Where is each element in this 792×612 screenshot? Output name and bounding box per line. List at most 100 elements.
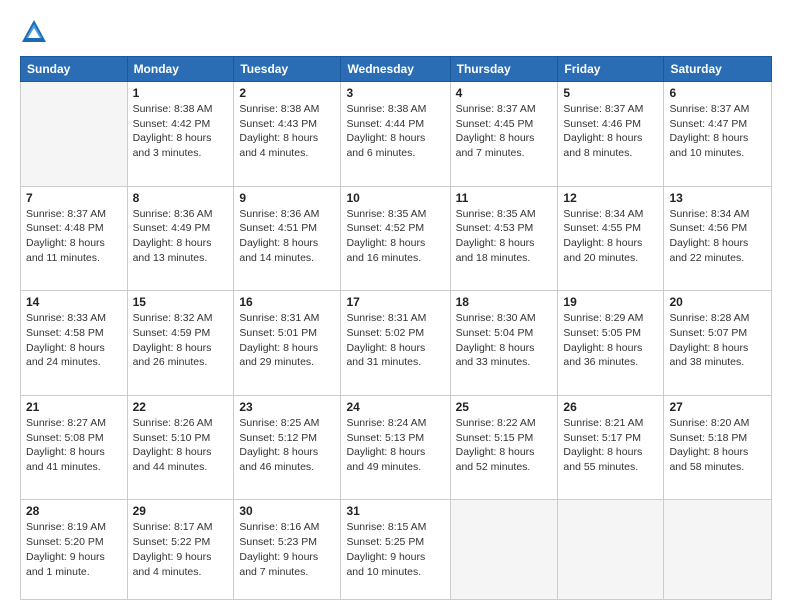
weekday-header-row: SundayMondayTuesdayWednesdayThursdayFrid…	[21, 57, 772, 82]
calendar-cell: 9 Sunrise: 8:36 AMSunset: 4:51 PMDaylight…	[234, 186, 341, 291]
day-number: 18	[456, 295, 553, 309]
weekday-header-cell: Friday	[558, 57, 664, 82]
calendar: SundayMondayTuesdayWednesdayThursdayFrid…	[20, 56, 772, 600]
day-number: 5	[563, 86, 658, 100]
calendar-cell: 26 Sunrise: 8:21 AMSunset: 5:17 PMDayligh…	[558, 395, 664, 500]
calendar-week-row: 7 Sunrise: 8:37 AMSunset: 4:48 PMDaylight…	[21, 186, 772, 291]
calendar-cell: 27 Sunrise: 8:20 AMSunset: 5:18 PMDayligh…	[664, 395, 772, 500]
page: SundayMondayTuesdayWednesdayThursdayFrid…	[0, 0, 792, 612]
day-number: 12	[563, 191, 658, 205]
calendar-cell: 25Sunrise: 8:22 AMSunset: 5:15 PMDayligh…	[450, 395, 558, 500]
day-info: Sunrise: 8:29 AMSunset: 5:05 PMDaylight:…	[563, 311, 658, 370]
day-info: Sunrise: 8:36 AMSunset: 4:51 PMDaylight:…	[239, 207, 335, 266]
calendar-cell: 15 Sunrise: 8:32 AMSunset: 4:59 PMDayligh…	[127, 291, 234, 396]
day-number: 15	[133, 295, 229, 309]
day-number: 30	[239, 504, 335, 518]
logo	[20, 18, 52, 46]
calendar-cell: 21 Sunrise: 8:27 AMSunset: 5:08 PMDayligh…	[21, 395, 128, 500]
day-info: Sunrise: 8:20 AMSunset: 5:18 PMDaylight:…	[669, 416, 766, 475]
calendar-cell: 30 Sunrise: 8:16 AMSunset: 5:23 PMDayligh…	[234, 500, 341, 600]
day-number: 17	[346, 295, 444, 309]
day-number: 13	[669, 191, 766, 205]
day-number: 4	[456, 86, 553, 100]
calendar-cell: 12Sunrise: 8:34 AMSunset: 4:55 PMDayligh…	[558, 186, 664, 291]
day-info: Sunrise: 8:36 AMSunset: 4:49 PMDaylight:…	[133, 207, 229, 266]
calendar-week-row: 14 Sunrise: 8:33 AMSunset: 4:58 PMDayligh…	[21, 291, 772, 396]
calendar-cell: 13 Sunrise: 8:34 AMSunset: 4:56 PMDayligh…	[664, 186, 772, 291]
calendar-cell: 10Sunrise: 8:35 AMSunset: 4:52 PMDayligh…	[341, 186, 450, 291]
day-info: Sunrise: 8:28 AMSunset: 5:07 PMDaylight:…	[669, 311, 766, 370]
calendar-cell: 29 Sunrise: 8:17 AMSunset: 5:22 PMDayligh…	[127, 500, 234, 600]
calendar-cell	[21, 82, 128, 187]
header	[20, 18, 772, 46]
calendar-week-row: 1Sunrise: 8:38 AMSunset: 4:42 PMDaylight…	[21, 82, 772, 187]
day-number: 31	[346, 504, 444, 518]
day-number: 23	[239, 400, 335, 414]
day-info: Sunrise: 8:26 AMSunset: 5:10 PMDaylight:…	[133, 416, 229, 475]
day-info: Sunrise: 8:38 AMSunset: 4:43 PMDaylight:…	[239, 102, 335, 161]
day-number: 7	[26, 191, 122, 205]
calendar-cell: 7 Sunrise: 8:37 AMSunset: 4:48 PMDaylight…	[21, 186, 128, 291]
day-number: 29	[133, 504, 229, 518]
day-info: Sunrise: 8:24 AMSunset: 5:13 PMDaylight:…	[346, 416, 444, 475]
calendar-cell: 20 Sunrise: 8:28 AMSunset: 5:07 PMDayligh…	[664, 291, 772, 396]
calendar-week-row: 28Sunrise: 8:19 AMSunset: 5:20 PMDayligh…	[21, 500, 772, 600]
day-info: Sunrise: 8:16 AMSunset: 5:23 PMDaylight:…	[239, 520, 335, 579]
day-info: Sunrise: 8:30 AMSunset: 5:04 PMDaylight:…	[456, 311, 553, 370]
calendar-cell: 8Sunrise: 8:36 AMSunset: 4:49 PMDaylight…	[127, 186, 234, 291]
calendar-cell: 31Sunrise: 8:15 AMSunset: 5:25 PMDayligh…	[341, 500, 450, 600]
calendar-cell: 3 Sunrise: 8:38 AMSunset: 4:44 PMDaylight…	[341, 82, 450, 187]
day-info: Sunrise: 8:37 AMSunset: 4:47 PMDaylight:…	[669, 102, 766, 161]
weekday-header-cell: Monday	[127, 57, 234, 82]
calendar-cell: 16 Sunrise: 8:31 AMSunset: 5:01 PMDayligh…	[234, 291, 341, 396]
day-number: 22	[133, 400, 229, 414]
calendar-cell: 6 Sunrise: 8:37 AMSunset: 4:47 PMDaylight…	[664, 82, 772, 187]
day-number: 16	[239, 295, 335, 309]
day-info: Sunrise: 8:34 AMSunset: 4:56 PMDaylight:…	[669, 207, 766, 266]
calendar-body: 1Sunrise: 8:38 AMSunset: 4:42 PMDaylight…	[21, 82, 772, 600]
calendar-cell	[664, 500, 772, 600]
calendar-cell: 14 Sunrise: 8:33 AMSunset: 4:58 PMDayligh…	[21, 291, 128, 396]
day-number: 27	[669, 400, 766, 414]
logo-icon	[20, 18, 48, 46]
day-number: 24	[346, 400, 444, 414]
day-info: Sunrise: 8:38 AMSunset: 4:44 PMDaylight:…	[346, 102, 444, 161]
day-info: Sunrise: 8:35 AMSunset: 4:53 PMDaylight:…	[456, 207, 553, 266]
day-info: Sunrise: 8:25 AMSunset: 5:12 PMDaylight:…	[239, 416, 335, 475]
day-info: Sunrise: 8:37 AMSunset: 4:48 PMDaylight:…	[26, 207, 122, 266]
day-number: 1	[133, 86, 229, 100]
calendar-cell: 28Sunrise: 8:19 AMSunset: 5:20 PMDayligh…	[21, 500, 128, 600]
weekday-header-cell: Wednesday	[341, 57, 450, 82]
day-info: Sunrise: 8:27 AMSunset: 5:08 PMDaylight:…	[26, 416, 122, 475]
day-number: 20	[669, 295, 766, 309]
day-number: 6	[669, 86, 766, 100]
day-info: Sunrise: 8:37 AMSunset: 4:46 PMDaylight:…	[563, 102, 658, 161]
day-info: Sunrise: 8:17 AMSunset: 5:22 PMDaylight:…	[133, 520, 229, 579]
day-info: Sunrise: 8:21 AMSunset: 5:17 PMDaylight:…	[563, 416, 658, 475]
day-number: 28	[26, 504, 122, 518]
calendar-cell: 1Sunrise: 8:38 AMSunset: 4:42 PMDaylight…	[127, 82, 234, 187]
calendar-cell: 5 Sunrise: 8:37 AMSunset: 4:46 PMDaylight…	[558, 82, 664, 187]
day-number: 26	[563, 400, 658, 414]
day-number: 11	[456, 191, 553, 205]
weekday-header-cell: Thursday	[450, 57, 558, 82]
calendar-cell: 2 Sunrise: 8:38 AMSunset: 4:43 PMDaylight…	[234, 82, 341, 187]
calendar-cell: 22 Sunrise: 8:26 AMSunset: 5:10 PMDayligh…	[127, 395, 234, 500]
calendar-cell: 18 Sunrise: 8:30 AMSunset: 5:04 PMDayligh…	[450, 291, 558, 396]
day-number: 14	[26, 295, 122, 309]
calendar-cell: 23 Sunrise: 8:25 AMSunset: 5:12 PMDayligh…	[234, 395, 341, 500]
day-number: 19	[563, 295, 658, 309]
day-info: Sunrise: 8:33 AMSunset: 4:58 PMDaylight:…	[26, 311, 122, 370]
day-number: 2	[239, 86, 335, 100]
day-info: Sunrise: 8:31 AMSunset: 5:01 PMDaylight:…	[239, 311, 335, 370]
calendar-cell: 11 Sunrise: 8:35 AMSunset: 4:53 PMDayligh…	[450, 186, 558, 291]
day-info: Sunrise: 8:32 AMSunset: 4:59 PMDaylight:…	[133, 311, 229, 370]
day-number: 25	[456, 400, 553, 414]
calendar-cell: 24 Sunrise: 8:24 AMSunset: 5:13 PMDayligh…	[341, 395, 450, 500]
day-number: 9	[239, 191, 335, 205]
day-number: 21	[26, 400, 122, 414]
day-number: 3	[346, 86, 444, 100]
calendar-cell: 4Sunrise: 8:37 AMSunset: 4:45 PMDaylight…	[450, 82, 558, 187]
calendar-cell	[558, 500, 664, 600]
day-info: Sunrise: 8:35 AMSunset: 4:52 PMDaylight:…	[346, 207, 444, 266]
